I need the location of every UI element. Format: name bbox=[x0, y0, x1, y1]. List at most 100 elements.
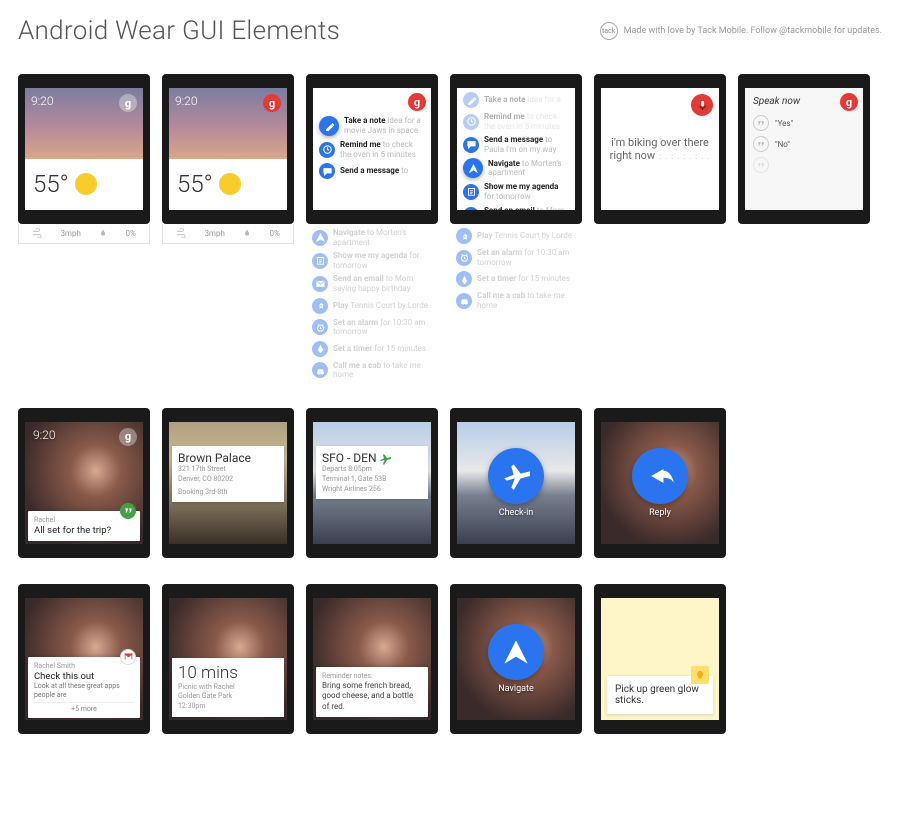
watch-reminder: Reminder notes: Bring some french bread,… bbox=[306, 584, 438, 734]
contact-photo: 10 mins Picnic with Rachel Golden Gate P… bbox=[169, 598, 287, 720]
mic-icon[interactable] bbox=[691, 94, 713, 116]
event-title: Picnic with Rachel bbox=[178, 683, 278, 693]
chat-icon bbox=[319, 163, 335, 179]
temperature: 55° bbox=[177, 170, 213, 198]
watch-weather-grey: 9:20 g 55° 3mph 0% bbox=[18, 74, 150, 244]
watch-checkin-action: Check-in bbox=[450, 408, 582, 558]
cue-text: Remind me to check the oven in 5 minutes bbox=[340, 140, 425, 159]
depart-time: Departs 8:05pm bbox=[322, 465, 422, 475]
weather-card[interactable]: 55° bbox=[169, 159, 287, 210]
cue-item-clock[interactable]: Remind me to check the oven in 5 minutes bbox=[457, 110, 575, 133]
keep-bg: Pick up green glow sticks. bbox=[601, 598, 719, 720]
cue-item-music[interactable]: Play Tennis Court by Lorde bbox=[306, 296, 438, 316]
wind-value: 3mph bbox=[60, 229, 80, 238]
google-badge-active[interactable]: g bbox=[263, 94, 281, 112]
precip-value: 0% bbox=[125, 229, 135, 238]
reminder-card[interactable]: Reminder notes: Bring some french bread,… bbox=[316, 667, 428, 717]
voice-transcript: i'm biking over there right now: . : . :… bbox=[601, 136, 719, 162]
sun-icon bbox=[219, 173, 241, 195]
cue-item-pencil[interactable]: Take a note idea for a bbox=[457, 90, 575, 110]
cue-item-music[interactable]: Play Tennis Court by Lorde bbox=[450, 226, 582, 246]
cue-text: Play Tennis Court by Lorde bbox=[477, 231, 572, 241]
cue-item-pencil[interactable]: Take a note idea for a movie Jaws in spa… bbox=[313, 114, 431, 138]
city-photo: SFO - DEN Departs 8:05pm Terminal 1, Gat… bbox=[313, 422, 431, 544]
navigate-button[interactable] bbox=[488, 624, 544, 680]
keep-card[interactable]: Pick up green glow sticks. bbox=[607, 676, 713, 714]
terminal-gate: Terminal 1, Gate 53B bbox=[322, 475, 422, 485]
cue-item-alarm[interactable]: Set an alarm for 10:30 am tomorrow bbox=[306, 316, 438, 339]
cue-item-alarm[interactable]: Set an alarm for 10:30 am tomorrow bbox=[450, 246, 582, 269]
cue-text: Show me my agenda for tomorrow bbox=[333, 251, 432, 270]
cue-item-nav[interactable]: Navigate to Morten's apartment bbox=[457, 156, 575, 180]
google-badge[interactable]: g bbox=[119, 428, 137, 446]
option-yes[interactable]: "Yes" bbox=[753, 115, 855, 131]
reply-label: Reply bbox=[649, 508, 671, 518]
cue-item-clock[interactable]: Remind me to check the oven in 5 minutes bbox=[313, 138, 431, 161]
action-bg: Check-in bbox=[457, 422, 575, 544]
clock-icon bbox=[319, 142, 335, 158]
hangouts-card[interactable]: Rachel All set for the trip? bbox=[28, 511, 140, 541]
row-3: Rachel Smith Check this out Look at all … bbox=[18, 584, 882, 734]
address-line-2: Denver, CO 80202 bbox=[178, 475, 278, 485]
hotel-card[interactable]: Brown Palace 321 17th Street Denver, CO … bbox=[172, 446, 284, 502]
reply-button[interactable] bbox=[632, 448, 688, 504]
cue-item-agenda[interactable]: Show me my agenda for tomorrow bbox=[457, 180, 575, 203]
cue-text: Show me my agenda for tomorrow bbox=[484, 182, 569, 201]
tack-logo-icon: tack bbox=[600, 22, 618, 40]
credit-line: tack Made with love by Tack Mobile. Foll… bbox=[600, 22, 882, 40]
row-1: 9:20 g 55° 3mph 0% 9:20 g 55° bbox=[18, 74, 882, 382]
watch-hotel: Brown Palace 321 17th Street Denver, CO … bbox=[162, 408, 294, 558]
quote-icon bbox=[753, 115, 769, 131]
cue-text: Send an email to Mom saying happy birthd… bbox=[333, 274, 432, 293]
alarm-icon bbox=[312, 319, 328, 335]
cue-item-timer[interactable]: Set a timer for 15 minutes bbox=[450, 269, 582, 289]
option-no[interactable]: "No" bbox=[753, 136, 855, 152]
cue-item-chat[interactable]: Send a message to bbox=[313, 161, 431, 181]
more-count[interactable]: +5 more bbox=[34, 702, 134, 713]
option-more[interactable] bbox=[753, 157, 855, 173]
pencil-icon bbox=[319, 116, 339, 136]
watch-cue-navigate: Take a note idea for a Remind me to check… bbox=[450, 74, 582, 312]
weather-detail-strip: 3mph 0% bbox=[18, 224, 150, 244]
watch-voice: i'm biking over there right now: . : . :… bbox=[594, 74, 726, 224]
flight-carrier: Wright Airlines 256 bbox=[322, 485, 422, 495]
quote-icon bbox=[753, 157, 769, 173]
timer-icon bbox=[312, 341, 328, 357]
watch-speak-now: g Speak now "Yes" "No" bbox=[738, 74, 870, 224]
cue-list[interactable]: Take a note idea for a movie Jaws in spa… bbox=[313, 88, 431, 181]
weather-card[interactable]: 55° bbox=[25, 159, 143, 210]
cue-item-mail[interactable]: Send an email to Mom saying happy birthd… bbox=[457, 204, 575, 210]
cue-item-car[interactable]: Call me a cab to take me home bbox=[450, 289, 582, 312]
cue-list[interactable]: Take a note idea for a Remind me to check… bbox=[457, 88, 575, 210]
eta-card[interactable]: 10 mins Picnic with Rachel Golden Gate P… bbox=[172, 658, 284, 717]
google-badge[interactable]: g bbox=[119, 94, 137, 112]
cue-text: Set a timer for 15 minutes bbox=[333, 344, 426, 354]
watch-eta: 10 mins Picnic with Rachel Golden Gate P… bbox=[162, 584, 294, 734]
cue-text: Remind me to check the oven in 5 minutes bbox=[484, 112, 569, 131]
cue-item-agenda[interactable]: Show me my agenda for tomorrow bbox=[306, 249, 438, 272]
car-icon bbox=[456, 293, 472, 309]
reminder-body: Bring some french bread, good cheese, an… bbox=[322, 681, 422, 712]
checkin-button[interactable] bbox=[488, 448, 544, 504]
reminder-header: Reminder notes: bbox=[322, 672, 422, 680]
cue-item-mail[interactable]: Send an email to Mom saying happy birthd… bbox=[306, 272, 438, 295]
cue-text: Send a message to Paula I'm on my way bbox=[484, 135, 569, 154]
cue-item-chat[interactable]: Send a message to Paula I'm on my way bbox=[457, 133, 575, 156]
cue-item-nav[interactable]: Navigate to Morten's apartment bbox=[306, 226, 438, 249]
cue-item-timer[interactable]: Set a timer for 15 minutes bbox=[306, 339, 438, 359]
action-bg: Reply bbox=[601, 422, 719, 544]
sender-name: Rachel bbox=[34, 516, 134, 524]
watch-cue-short: g Take a note idea for a movie Jaws in s… bbox=[306, 74, 438, 382]
google-badge-active[interactable]: g bbox=[840, 93, 858, 111]
nav-icon bbox=[312, 230, 328, 246]
cue-text: Navigate to Morten's apartment bbox=[488, 159, 569, 178]
flight-card[interactable]: SFO - DEN Departs 8:05pm Terminal 1, Gat… bbox=[316, 446, 428, 499]
watch-keep-note: Pick up green glow sticks. bbox=[594, 584, 726, 734]
mail-icon bbox=[312, 276, 328, 292]
wind-icon bbox=[176, 228, 186, 240]
watch-flight: SFO - DEN Departs 8:05pm Terminal 1, Gat… bbox=[306, 408, 438, 558]
waveform-icon: : . : . : . : . . bbox=[659, 152, 710, 161]
cue-item-car[interactable]: Call me a cab to take me home bbox=[306, 359, 438, 382]
page-header: Android Wear GUI Elements tack Made with… bbox=[18, 16, 882, 46]
gmail-card[interactable]: Rachel Smith Check this out Look at all … bbox=[28, 657, 140, 718]
